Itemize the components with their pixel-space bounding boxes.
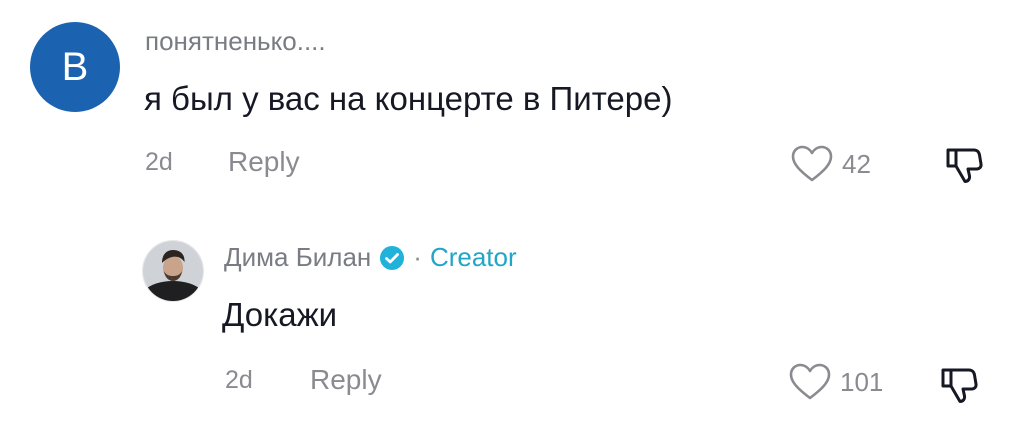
- avatar[interactable]: B: [30, 22, 120, 112]
- comment-text: я был у вас на концерте в Питере): [144, 80, 673, 117]
- like-count: 42: [842, 148, 871, 179]
- reply-button[interactable]: Reply: [310, 364, 382, 396]
- avatar[interactable]: [142, 240, 204, 302]
- author-name: Дима Билан: [224, 242, 372, 272]
- heart-icon: [789, 363, 831, 400]
- reply-timestamp: 2d: [225, 366, 253, 394]
- reply-button[interactable]: Reply: [228, 146, 300, 178]
- thumbs-down-icon: [941, 368, 978, 403]
- reply-item: Дима Билан · Creator Докажи 2d Reply 101: [0, 220, 1024, 435]
- reply-author[interactable]: Дима Билан · Creator: [224, 242, 517, 273]
- avatar-letter: B: [61, 44, 89, 89]
- dislike-button[interactable]: [935, 360, 981, 411]
- comment-author[interactable]: понятненько....: [145, 26, 326, 57]
- creator-avatar-image: [143, 241, 203, 301]
- like-button[interactable]: 42: [790, 144, 871, 184]
- heart-icon: [791, 145, 833, 182]
- verified-check-icon: [380, 245, 405, 270]
- creator-badge: Creator: [429, 242, 517, 272]
- comment-timestamp: 2d: [145, 148, 173, 176]
- like-count: 101: [840, 366, 884, 397]
- like-button[interactable]: 101: [788, 362, 883, 402]
- author-name: понятненько....: [145, 26, 326, 56]
- reply-text: Докажи: [222, 296, 338, 333]
- comment-item: B понятненько.... я был у вас на концерт…: [0, 0, 1024, 200]
- thumbs-down-icon: [946, 148, 983, 183]
- separator-dot: ·: [413, 242, 422, 272]
- dislike-button[interactable]: [940, 140, 986, 191]
